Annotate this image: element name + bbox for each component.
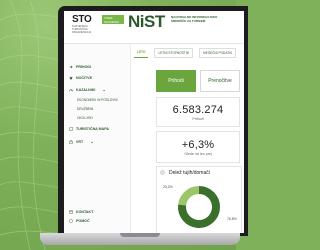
bag-icon	[69, 139, 73, 144]
sidebar-item-turisticna-mapa[interactable]: TURISTIČNA MAPA	[69, 127, 109, 131]
label-domaci: 23,2%	[163, 185, 173, 189]
period-tabs: LETO LETNI STOPNOSTNI MESEČNI PODATKI	[134, 48, 237, 58]
donut-chart	[178, 186, 220, 228]
nist-logo-subtitle: NACIONALNO INFORMACIJSKO SREDIŠČE ZA TUR…	[171, 15, 218, 23]
chevron-down-icon[interactable]: ⌄	[90, 139, 93, 144]
map-icon	[69, 127, 73, 131]
i-feel-slovenia-badge: I FEEL SLOVENIA	[102, 15, 124, 24]
arrow-in-icon	[69, 65, 73, 69]
mail-icon	[69, 210, 73, 214]
app-screen: STO SLOVENSKA TURISTIČNA ORGANIZACIJA I …	[64, 11, 244, 233]
sidebar-item-label: KAZALNIKI	[76, 87, 96, 92]
sidebar-item-nocitve[interactable]: NOČITVE	[69, 76, 92, 80]
sidebar-item-label: KONTAKT	[76, 210, 94, 214]
sidebar-item-label: TURISTIČNA MAPA	[76, 127, 109, 131]
metric-toggle: Prihodi Prenočitve	[156, 70, 240, 92]
tab-mesecni-podatki[interactable]: MESEČNI PODATKI	[199, 48, 237, 58]
toggle-prenocitve[interactable]: Prenočitve	[200, 70, 240, 92]
change-card: +6,3% Glede na leo prej	[156, 131, 240, 163]
total-caption: Prihodi	[192, 117, 204, 121]
star-icon	[69, 76, 73, 80]
badge-line-2: SLOVENIA	[104, 20, 120, 24]
change-value: +6,3%	[181, 139, 215, 151]
sto-logo[interactable]: STO	[72, 14, 92, 25]
sidebar-item-pomoc[interactable]: POMOČ	[69, 219, 90, 223]
sidebar-item-label: NOČITVE	[76, 76, 92, 80]
toggle-prihodi[interactable]: Prihodi	[156, 70, 196, 92]
sidebar-item-kontakt[interactable]: KONTAKT	[69, 210, 93, 214]
sidebar-item-prihodi[interactable]: PRIHODI	[69, 65, 91, 69]
sidebar-subitem-okoljski[interactable]: OKOLJSKI	[77, 116, 93, 120]
sidebar-subitem-druzbeni[interactable]: DRUŽBENI	[77, 107, 93, 111]
sidebar-item-label: POMOČ	[76, 219, 90, 223]
sidebar-item-label: VRT	[76, 139, 84, 144]
laptop-notch	[120, 233, 160, 237]
nist-logo[interactable]: NiST	[128, 12, 165, 32]
sidebar-item-vrt[interactable]: VRT ⌄	[69, 139, 94, 144]
sidebar: PRIHODI NOČITVE KAZALNIKI ⌄ EKONOMSKI IN…	[64, 44, 131, 233]
sidebar-item-kazalniki[interactable]: KAZALNIKI ⌄	[69, 87, 106, 92]
donut-slice-domači[interactable]	[178, 186, 200, 206]
sto-logo-subtitle: SLOVENSKA TURISTIČNA ORGANIZACIJA	[72, 25, 92, 34]
chevron-down-icon[interactable]: ⌄	[102, 87, 105, 92]
header: STO SLOVENSKA TURISTIČNA ORGANIZACIJA I …	[64, 11, 244, 44]
label-tuji: 76,8%	[227, 217, 237, 221]
gauge-icon	[69, 88, 73, 91]
total-value: 6.583.274	[172, 104, 224, 116]
sidebar-subitem-ekonomski[interactable]: EKONOMSKI IN POSLOVNI	[77, 98, 118, 102]
help-icon	[69, 219, 73, 223]
tab-letni-stopnostni[interactable]: LETNI STOPNOSTNI	[154, 48, 194, 58]
share-chart-card: ? Delež tujih/domači 23,2% 76,8%	[156, 166, 242, 233]
total-card: 6.583.274 Prihodi	[156, 97, 240, 127]
tab-leto[interactable]: LETO	[134, 48, 149, 58]
change-caption: Glede na leo prej	[184, 152, 212, 156]
sidebar-item-label: PRIHODI	[76, 65, 91, 69]
